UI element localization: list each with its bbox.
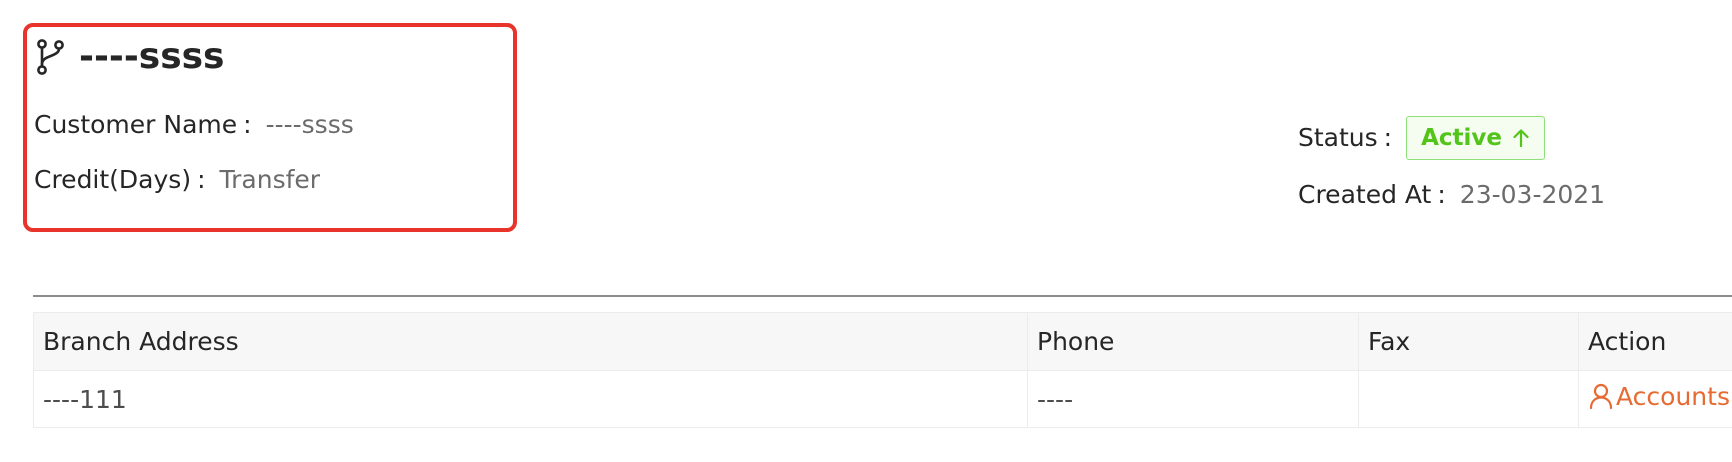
git-branch-icon	[37, 39, 64, 75]
customer-name-field: Customer Name : ----ssss	[34, 108, 354, 142]
arrow-up-icon	[1513, 129, 1529, 148]
credit-days-label: Credit(Days)	[34, 165, 192, 194]
table-row: ----111 ---- Accounts	[33, 370, 1732, 428]
cell-fax	[1358, 370, 1579, 428]
column-header-action: Action	[1578, 312, 1732, 371]
status-value: Active	[1421, 125, 1503, 151]
created-at-value: 23-03-2021	[1459, 180, 1606, 209]
colon: :	[197, 165, 206, 194]
column-header-branch-address: Branch Address	[33, 312, 1028, 371]
customer-name-value: ----ssss	[265, 110, 354, 139]
customer-name-label: Customer Name	[34, 110, 238, 139]
user-icon	[1589, 384, 1613, 410]
branch-title: ----ssss	[35, 36, 224, 78]
status-field: Status : Active	[1298, 116, 1546, 160]
column-header-phone: Phone	[1027, 312, 1359, 371]
accounts-link[interactable]: Accounts	[1588, 382, 1730, 411]
colon: :	[1383, 123, 1393, 152]
credit-days-value: Transfer	[219, 165, 321, 194]
column-header-fax: Fax	[1358, 312, 1579, 371]
colon: :	[243, 110, 252, 139]
colon: :	[1437, 180, 1446, 209]
customer-branch-detail: ----ssss Customer Name : ----ssss Credit…	[0, 0, 1732, 462]
status-badge: Active	[1406, 116, 1546, 160]
cell-action: Accounts	[1578, 370, 1732, 428]
cell-branch-address: ----111	[33, 370, 1028, 428]
status-label: Status	[1298, 123, 1378, 152]
divider	[33, 295, 1732, 297]
cell-phone: ----	[1027, 370, 1359, 428]
created-at-label: Created At	[1298, 180, 1432, 209]
credit-days-field: Credit(Days) : Transfer	[34, 163, 320, 197]
accounts-link-label: Accounts	[1616, 381, 1730, 411]
branch-table: Branch Address Phone Fax Action ----111 …	[33, 312, 1732, 428]
created-at-field: Created At : 23-03-2021	[1298, 178, 1605, 212]
table-header-row: Branch Address Phone Fax Action	[33, 312, 1732, 371]
page-title: ----ssss	[79, 36, 225, 77]
